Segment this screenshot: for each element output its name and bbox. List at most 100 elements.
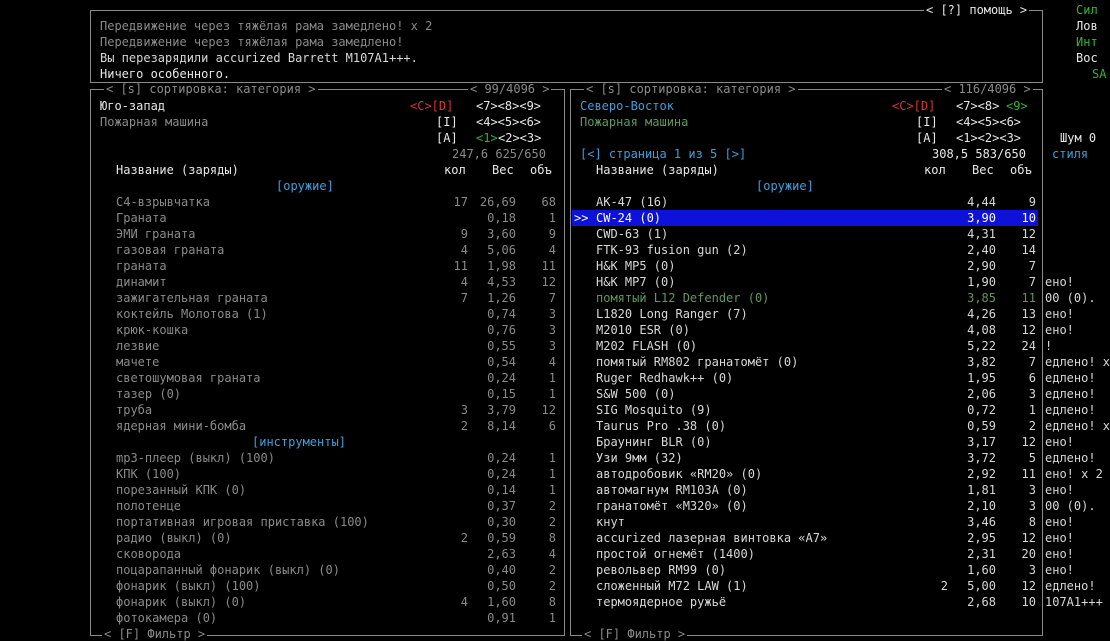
inventory-row[interactable]: фонарик (выкл) (0) 4 1,60 8 <box>92 594 560 610</box>
side-log-line: ено! <box>1045 307 1074 321</box>
item-name: mp3-плеер (выкл) (100) <box>116 451 275 465</box>
inventory-row[interactable]: фонарик (выкл) (100) 0,50 2 <box>92 578 560 594</box>
inventory-row[interactable]: FTK-93 fusion gun (2) 2,40 14 <box>572 242 1038 258</box>
inventory-row[interactable]: L1820 Long Ranger (7) 4,26 13 <box>572 306 1038 322</box>
inventory-row[interactable]: газовая граната 4 5,06 4 <box>92 242 560 258</box>
inventory-row[interactable]: полотенце 0,37 2 <box>92 498 560 514</box>
inventory-row[interactable]: Ruger Redhawk++ (0) 1,95 6 <box>572 370 1038 386</box>
side-log-line: ено! <box>1045 515 1074 529</box>
item-quantity: 4 <box>460 243 468 257</box>
inventory-row[interactable]: кнут 3,46 8 <box>572 514 1038 530</box>
inventory-row[interactable]: лезвие 0,55 3 <box>92 338 560 354</box>
inventory-row[interactable]: револьвер RM99 (0) 1,60 3 <box>572 562 1038 578</box>
inventory-row[interactable]: accurized лазерная винтовка «A7» 2,95 12 <box>572 530 1038 546</box>
inventory-row[interactable]: крюк-кошка 0,76 3 <box>92 322 560 338</box>
inventory-row[interactable]: тазер (0) 0,15 1 <box>92 386 560 402</box>
help-button[interactable]: < [?] помощь > <box>924 4 1030 16</box>
item-volume: 4 <box>548 547 556 561</box>
inventory-row[interactable]: гранатомёт «M320» (0) 2,10 3 <box>572 498 1038 514</box>
inventory-row[interactable]: H&K MP5 (0) 2,90 7 <box>572 258 1038 274</box>
item-weight: 0,30 <box>487 515 516 529</box>
item-volume: 7 <box>1028 355 1036 369</box>
item-name: автомагнум RM103A (0) <box>596 483 748 497</box>
item-volume: 1 <box>548 387 556 401</box>
inventory-row[interactable]: автомагнум RM103A (0) 1,81 3 <box>572 482 1038 498</box>
inventory-row[interactable]: помятый L12 Defender (0) 3,85 11 <box>572 290 1038 306</box>
item-weight: 5,00 <box>967 579 996 593</box>
inventory-row[interactable]: зажигательная граната 7 1,26 7 <box>92 290 560 306</box>
inventory-row[interactable]: Браунинг BLR (0) 3,17 12 <box>572 434 1038 450</box>
item-weight: 0,50 <box>487 579 516 593</box>
right-dir-cd[interactable]: <C>[D] <box>892 98 935 114</box>
inventory-row[interactable]: поцарапанный фонарик (выкл) (0) 0,40 2 <box>92 562 560 578</box>
inventory-row[interactable]: автодробовик «RM20» (0) 2,92 11 <box>572 466 1038 482</box>
inventory-row[interactable]: сковорода 2,63 4 <box>92 546 560 562</box>
inventory-row[interactable]: термоядерное ружьё 2,68 10 <box>572 594 1038 610</box>
right-dir-row2[interactable]: <4><5><6> <box>956 114 1021 130</box>
inventory-row[interactable]: mp3-плеер (выкл) (100) 0,24 1 <box>92 450 560 466</box>
inventory-row[interactable]: помятый RM802 гранатомёт (0) 3,82 7 <box>572 354 1038 370</box>
inventory-row[interactable]: граната 11 1,98 11 <box>92 258 560 274</box>
item-volume: 8 <box>548 595 556 609</box>
item-weight: 0,54 <box>487 355 516 369</box>
item-volume: 1 <box>1028 403 1036 417</box>
inventory-row[interactable]: коктейль Молотова (1) 0,74 3 <box>92 306 560 322</box>
left-filter-button[interactable]: < [F] Фильтр > <box>102 628 208 640</box>
inventory-row[interactable]: ядерная мини-бомба 2 8,14 6 <box>92 418 560 434</box>
left-dir-row3-first[interactable]: <1> <box>476 130 498 146</box>
right-sort-button[interactable]: < [s] сортировка: категория > <box>584 83 798 95</box>
inventory-row[interactable]: портативная игровая приставка (100) 0,30 2 <box>92 514 560 530</box>
item-volume: 3 <box>1028 499 1036 513</box>
inventory-row[interactable]: S&W 500 (0) 2,06 3 <box>572 386 1038 402</box>
inventory-row[interactable]: сложенный M72 LAW (1) 2 5,00 12 <box>572 578 1038 594</box>
inventory-row[interactable]: M2010 ESR (0) 4,08 12 <box>572 322 1038 338</box>
item-volume: 1 <box>548 211 556 225</box>
left-dir-row2[interactable]: <4><5><6> <box>476 114 541 130</box>
item-weight: 4,31 <box>967 227 996 241</box>
inventory-row[interactable]: мачете 0,54 4 <box>92 354 560 370</box>
item-volume: 12 <box>541 403 556 417</box>
right-page-nav[interactable]: [<] страница 1 из 5 [>] <box>580 146 746 162</box>
inventory-row[interactable]: динамит 4 4,53 12 <box>92 274 560 290</box>
inventory-row[interactable]: Граната 0,18 1 <box>92 210 560 226</box>
inventory-row[interactable]: КПК (100) 0,24 1 <box>92 466 560 482</box>
item-weight: 2,40 <box>967 243 996 257</box>
inventory-row[interactable]: C4-взрывчатка 17 26,69 68 <box>92 194 560 210</box>
item-name: светошумовая граната <box>116 371 261 385</box>
inventory-row[interactable]: CWD-63 (1) 4,31 12 <box>572 226 1038 242</box>
item-quantity: 4 <box>460 595 468 609</box>
left-dir-i[interactable]: [I] <box>436 114 458 130</box>
right-dir-row1a[interactable]: <7><8> <box>956 98 999 114</box>
item-volume: 3 <box>548 307 556 321</box>
inventory-row[interactable]: фотокамера (0) 0,91 1 <box>92 610 560 626</box>
inventory-row[interactable]: H&K MP7 (0) 1,90 7 <box>572 274 1038 290</box>
inventory-row[interactable]: Узи 9мм (32) 3,72 5 <box>572 450 1038 466</box>
left-dir-row3-rest[interactable]: <2><3> <box>498 130 541 146</box>
inventory-row[interactable]: Taurus Pro .38 (0) 0,59 2 <box>572 418 1038 434</box>
item-weight: 0,37 <box>487 499 516 513</box>
right-filter-button[interactable]: < [F] Фильтр > <box>582 628 688 640</box>
inventory-row[interactable]: ЭМИ граната 9 3,60 9 <box>92 226 560 242</box>
item-volume: 6 <box>548 419 556 433</box>
inventory-row[interactable]: труба 3 3,79 12 <box>92 402 560 418</box>
inventory-row[interactable]: светошумовая граната 0,24 1 <box>92 370 560 386</box>
left-sort-button[interactable]: < [s] сортировка: категория > <box>104 83 318 95</box>
inventory-row[interactable]: простой огнемёт (1400) 2,31 20 <box>572 546 1038 562</box>
right-dir-row3[interactable]: <1><2><3> <box>956 130 1021 146</box>
left-dir-cd[interactable]: <C>[D] <box>410 98 453 114</box>
right-item-count: < 116/4096 > <box>942 82 1033 96</box>
right-dir-row1b[interactable]: <9> <box>1006 98 1028 114</box>
inventory-row[interactable]: CW-24 (0) 3,90 10 <box>572 210 1038 226</box>
right-dir-i[interactable]: [I] <box>916 114 938 130</box>
right-weight-volume: 308,5 583/650 <box>932 147 1026 161</box>
inventory-row[interactable]: порезанный КПК (0) 0,14 1 <box>92 482 560 498</box>
inventory-row[interactable]: M202 FLASH (0) 5,22 24 <box>572 338 1038 354</box>
right-dir-a[interactable]: [A] <box>916 130 938 146</box>
inventory-row[interactable]: радио (выкл) (0) 2 0,59 8 <box>92 530 560 546</box>
item-name: сложенный M72 LAW (1) <box>596 579 748 593</box>
inventory-row[interactable]: SIG Mosquito (9) 0,72 1 <box>572 402 1038 418</box>
inventory-row[interactable]: AK-47 (16) 4,44 9 <box>572 194 1038 210</box>
item-name: accurized лазерная винтовка «A7» <box>596 531 828 545</box>
left-dir-row1[interactable]: <7><8><9> <box>476 98 541 114</box>
left-dir-a[interactable]: [A] <box>436 130 458 146</box>
